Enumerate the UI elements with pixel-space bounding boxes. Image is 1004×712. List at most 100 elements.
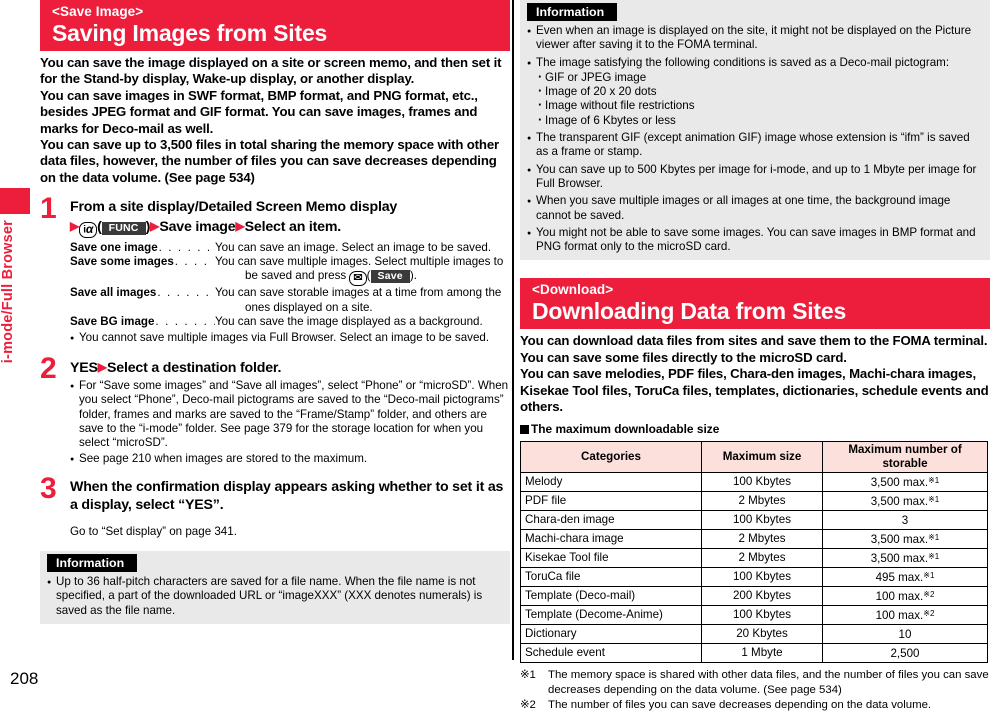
cell-number-text: 3,500 max. [870, 495, 929, 509]
cell-number-text: 3,500 max. [870, 533, 929, 547]
section-title: Downloading Data from Sites [532, 298, 847, 325]
right-information-box: Information Even when an image is displa… [520, 0, 990, 261]
intro-paragraph: You can save the image displayed on a si… [40, 55, 502, 87]
table-footnotes: ※1 The memory space is shared with other… [520, 668, 990, 712]
information-item: The image satisfying the following condi… [527, 56, 983, 128]
cell-number-text: 10 [898, 628, 912, 642]
save-option-continuation: ones displayed on a site. [245, 300, 373, 314]
step-1-heading: From a site display/Detailed Screen Memo… [70, 198, 510, 238]
save-option-desc: You can save an image. Select an image t… [215, 240, 492, 254]
cell-category: Melody [520, 472, 702, 493]
information-item: Up to 36 half-pitch characters are saved… [47, 575, 503, 618]
step-1-heading-line1: From a site display/Detailed Screen Memo… [70, 199, 398, 216]
table-body: Melody 100 Kbytes 3,500 max.※1 PDF file … [520, 472, 988, 664]
table-row: Chara-den image 100 Kbytes 3 [520, 510, 988, 531]
step-3: 3 When the confirmation display appears … [40, 473, 510, 539]
arrow-icon: ▶ [235, 218, 245, 233]
i-key-label: i [83, 224, 86, 236]
cell-number: 3,500 max.※1 [822, 529, 988, 550]
footnote-mark: ※1 [520, 669, 536, 682]
note-item: See page 210 when images are stored to t… [70, 452, 510, 467]
save-option-term: Save some images [70, 255, 174, 269]
cell-size: 2 Mbytes [701, 491, 823, 512]
footnote-mark: ※2 [520, 698, 536, 711]
left-information-box: Information Up to 36 half-pitch characte… [40, 551, 510, 624]
side-tab-label: i-mode/Full Browser [0, 220, 16, 364]
save-option-term: Save all images [70, 286, 157, 300]
table-row: Kisekae Tool file 2 Mbytes 3,500 max.※1 [520, 548, 988, 569]
information-item-text: The image satisfying the following condi… [536, 55, 950, 69]
cell-number: 100 max.※2 [822, 586, 988, 607]
cell-number: 3 [822, 510, 988, 531]
step-2: 2 YES▶Select a destination folder. For “… [40, 353, 510, 467]
cell-number: 3,500 max.※1 [822, 491, 988, 512]
step-3-heading: When the confirmation display appears as… [70, 478, 504, 514]
table-row: Dictionary 20 Kbytes 10 [520, 624, 988, 645]
downloadable-size-table: Categories Maximum size Maximum number o… [520, 441, 988, 664]
save-option-continuation: be saved and press ✉(Save). [245, 269, 510, 287]
cell-footnote-mark: ※1 [928, 533, 940, 543]
side-tab: i-mode/Full Browser [0, 188, 30, 363]
page-number: 208 [10, 669, 39, 688]
information-item: You can save up to 500 Kbytes per image … [527, 163, 983, 192]
step-2-heading: YES▶Select a destination folder. [70, 358, 510, 378]
save-option-row: Save BG image . . . . . . . You can save… [70, 315, 510, 329]
cell-number-text: 2,500 [890, 647, 920, 661]
right-information-items: Even when an image is displayed on the s… [527, 24, 983, 254]
condition-item: Image of 20 x 20 dots [536, 84, 776, 99]
table-heading-text: The maximum downloadable size [531, 422, 720, 437]
func-softkey[interactable]: FUNC [101, 221, 146, 235]
step-1-notes: You cannot save multiple images via Full… [70, 331, 510, 346]
save-option-desc: You can save storable images at a time f… [215, 286, 502, 300]
table-header-row: Categories Maximum size Maximum number o… [520, 441, 988, 474]
cell-footnote-mark: ※1 [928, 552, 940, 562]
footnote: ※2 The number of files you can save decr… [520, 698, 990, 712]
information-item: When you save multiple images or all ima… [527, 194, 983, 223]
cell-size: 200 Kbytes [701, 586, 823, 607]
step-number: 2 [40, 351, 57, 385]
save-option-row: Save all images . . . . . . . You can sa… [70, 286, 510, 300]
save-option-desc: You can save the image displayed as a ba… [215, 314, 483, 328]
intro-paragraph: You can save up to 3,500 files in total … [40, 137, 499, 185]
column-divider [512, 0, 514, 660]
cell-footnote-mark: ※1 [928, 495, 940, 505]
save-option-term: Save one image [70, 240, 158, 254]
step-2-notes: For “Save some images” and “Save all ima… [70, 379, 510, 467]
step-3-goto: Go to “Set display” on page 341. [70, 524, 237, 538]
intro-paragraph: You can download data files from sites a… [520, 333, 988, 365]
cell-size: 100 Kbytes [701, 605, 823, 626]
right-column: Information Even when an image is displa… [520, 0, 990, 712]
cell-category: Template (Decome-Anime) [520, 605, 702, 626]
cell-category: PDF file [520, 491, 702, 512]
cell-number-text: 100 max. [875, 590, 924, 604]
footnote: ※1 The memory space is shared with other… [520, 668, 990, 696]
information-item: You might not be able to save some image… [527, 226, 983, 255]
save-image-intro: You can save the image displayed on a si… [40, 55, 510, 186]
section-kicker: <Download> [532, 282, 614, 298]
table-row: Machi-chara image 2 Mbytes 3,500 max.※1 [520, 529, 988, 550]
condition-item: GIF or JPEG image [536, 70, 744, 85]
leader-dots: . . . . [174, 255, 209, 269]
cell-footnote-mark: ※2 [923, 609, 935, 619]
note-item: For “Save some images” and “Save all ima… [70, 379, 510, 450]
cell-size: 1 Mbyte [701, 643, 823, 664]
cell-number: 2,500 [822, 643, 988, 664]
intro-paragraph: You can save melodies, PDF files, Chara-… [520, 366, 989, 415]
save-options-list: Save one image . . . . . . . You can sav… [70, 241, 510, 329]
save-softkey[interactable]: Save [370, 270, 410, 284]
save-option-desc: You can save multiple images. Select mul… [215, 255, 504, 269]
section-kicker: <Save Image> [52, 4, 144, 19]
save-option-row: Save some images . . . . You can save mu… [70, 255, 510, 269]
cell-category: Chara-den image [520, 510, 702, 531]
table-row: ToruCa file 100 Kbytes 495 max.※1 [520, 567, 988, 588]
press-prefix: be saved and press [245, 269, 350, 283]
table-heading: The maximum downloadable size [520, 422, 990, 437]
table-header-max-size: Maximum size [701, 441, 823, 474]
cell-category: Kisekae Tool file [520, 548, 702, 569]
save-option-row: Save one image . . . . . . . You can sav… [70, 241, 510, 255]
cell-category: Machi-chara image [520, 529, 702, 550]
arrow-icon: ▶ [150, 218, 160, 233]
step-1-select-item: Select an item. [244, 218, 342, 235]
cell-size: 2 Mbytes [701, 548, 823, 569]
cell-number-text: 3,500 max. [870, 476, 929, 490]
